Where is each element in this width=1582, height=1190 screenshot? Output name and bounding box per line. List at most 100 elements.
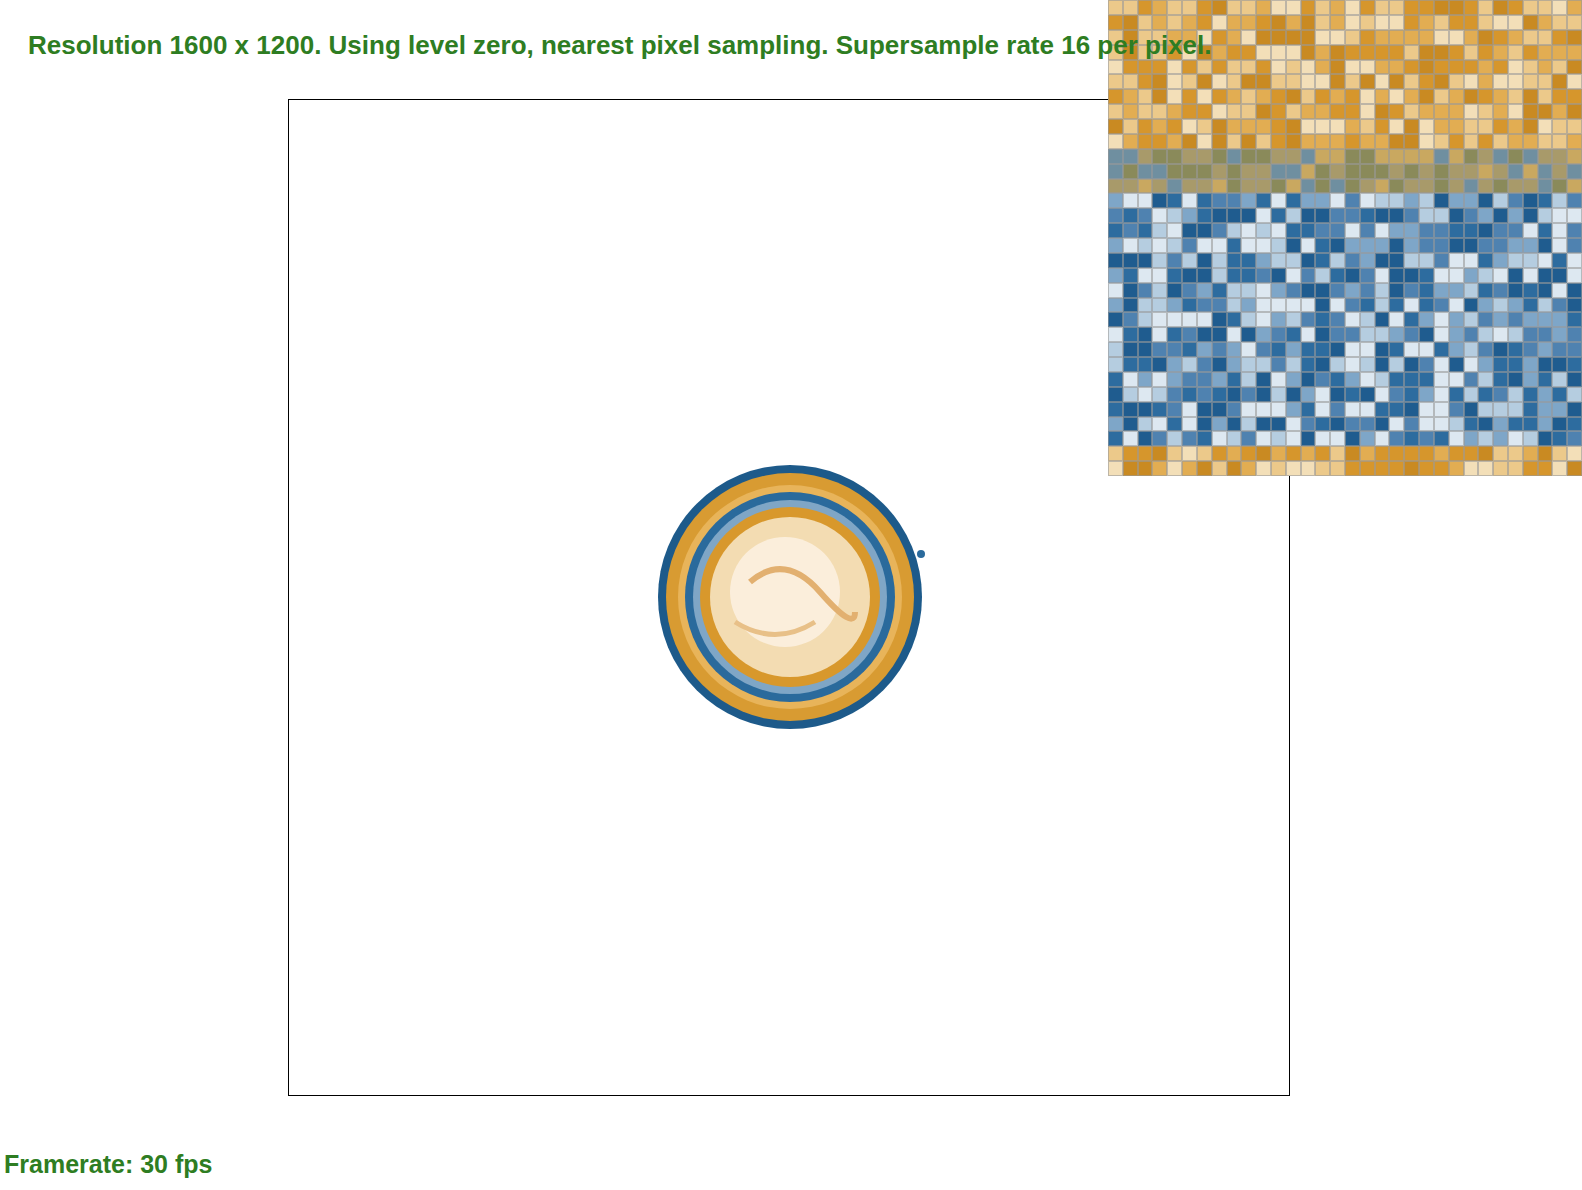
zoom-pixel [1434,298,1449,313]
zoom-pixel [1449,446,1464,461]
zoom-pixel [1375,45,1390,60]
zoom-pixel [1123,238,1138,253]
zoom-pixel [1404,402,1419,417]
zoom-pixel [1389,238,1404,253]
zoom-pixel [1301,223,1316,238]
zoom-pixel [1493,461,1508,476]
zoom-pixel [1138,89,1153,104]
zoom-pixel [1404,298,1419,313]
zoom-pixel [1419,446,1434,461]
zoom-pixel [1152,312,1167,327]
zoom-pixel [1315,30,1330,45]
zoom-pixel [1552,357,1567,372]
zoom-pixel [1449,179,1464,194]
zoom-pixel [1167,327,1182,342]
zoom-pixel [1449,89,1464,104]
zoom-pixel [1212,402,1227,417]
zoom-pixel [1108,387,1123,402]
zoom-pixel [1389,283,1404,298]
zoom-pixel [1330,30,1345,45]
zoom-pixel [1108,193,1123,208]
zoom-pixel [1345,268,1360,283]
zoom-pixel [1375,417,1390,432]
zoom-pixel [1152,357,1167,372]
zoom-pixel [1256,119,1271,134]
zoom-pixel [1389,402,1404,417]
zoom-pixel [1375,268,1390,283]
zoom-pixel [1523,193,1538,208]
zoom-pixel [1256,417,1271,432]
zoom-pixel [1345,193,1360,208]
zoom-pixel [1241,134,1256,149]
zoom-pixel [1197,446,1212,461]
zoom-pixel [1345,342,1360,357]
zoom-pixel [1256,357,1271,372]
zoom-pixel [1523,149,1538,164]
zoom-pixel [1152,327,1167,342]
zoom-pixel [1523,134,1538,149]
zoom-pixel [1508,60,1523,75]
zoom-pixel [1464,357,1479,372]
zoom-pixel [1493,60,1508,75]
zoom-pixel [1241,164,1256,179]
zoom-pixel [1227,417,1242,432]
zoom-pixel [1523,298,1538,313]
zoom-pixel [1538,461,1553,476]
zoom-pixel [1434,387,1449,402]
zoom-pixel [1345,89,1360,104]
zoom-pixel [1138,268,1153,283]
zoom-pixel [1123,417,1138,432]
zoom-pixel [1212,446,1227,461]
zoom-pixel [1508,268,1523,283]
zoom-pixel [1360,193,1375,208]
zoom-pixel [1434,372,1449,387]
zoom-pixel [1538,104,1553,119]
zoom-pixel [1389,461,1404,476]
zoom-pixel [1404,74,1419,89]
zoom-pixel [1182,119,1197,134]
zoom-pixel [1227,357,1242,372]
zoom-pixel [1404,104,1419,119]
zoom-pixel [1167,312,1182,327]
zoom-pixel [1552,179,1567,194]
zoom-pixel [1404,268,1419,283]
zoom-pixel [1464,74,1479,89]
zoom-pixel [1256,387,1271,402]
zoom-pixel [1508,223,1523,238]
zoom-pixel [1464,89,1479,104]
zoom-pixel [1538,89,1553,104]
zoom-pixel [1419,417,1434,432]
zoom-pixel [1404,223,1419,238]
zoom-pixel [1552,431,1567,446]
zoom-pixel [1345,119,1360,134]
zoom-pixel [1508,461,1523,476]
zoom-pixel [1315,60,1330,75]
zoom-pixel [1227,208,1242,223]
zoom-pixel [1152,372,1167,387]
zoom-pixel [1419,298,1434,313]
zoom-pixel [1182,0,1197,15]
zoom-pixel [1360,342,1375,357]
zoom-pixel [1167,268,1182,283]
zoom-pixel [1315,431,1330,446]
zoom-pixel [1152,193,1167,208]
zoom-pixel [1493,179,1508,194]
zoom-pixel [1301,461,1316,476]
zoom-pixel [1449,461,1464,476]
zoom-pixel [1330,149,1345,164]
zoom-pixel [1478,223,1493,238]
zoom-pixel [1182,283,1197,298]
zoom-pixel [1182,461,1197,476]
zoom-pixel [1197,402,1212,417]
zoom-pixel [1330,89,1345,104]
zoom-pixel [1508,446,1523,461]
zoom-pixel [1241,179,1256,194]
zoom-pixel [1493,89,1508,104]
zoom-pixel [1301,208,1316,223]
zoom-pixel [1538,223,1553,238]
zoom-pixel [1538,402,1553,417]
zoom-pixel [1212,268,1227,283]
zoom-pixel [1345,134,1360,149]
zoom-pixel [1523,208,1538,223]
zoom-pixel [1182,60,1197,75]
